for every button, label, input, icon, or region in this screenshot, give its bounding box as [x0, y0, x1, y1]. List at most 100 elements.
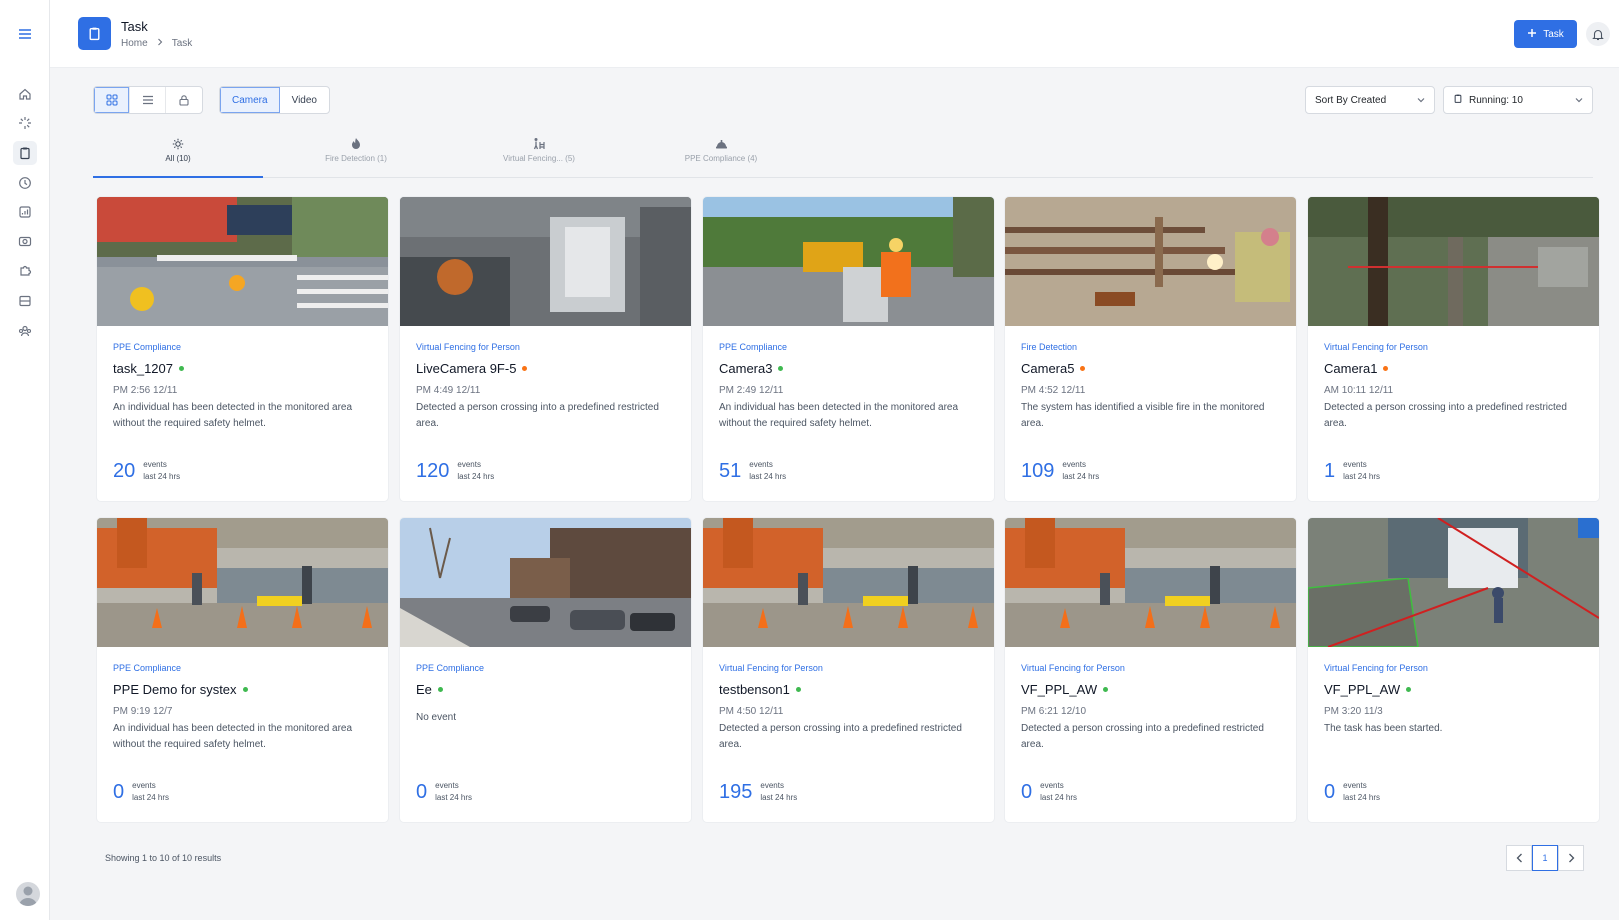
spark-icon[interactable] — [13, 111, 37, 135]
period-label: last 24 hrs — [1343, 793, 1381, 802]
card-body: Virtual Fencing for Person LiveCamera 9F-… — [416, 342, 675, 432]
card-category: Virtual Fencing for Person — [1324, 342, 1428, 352]
card-category: PPE Compliance — [719, 342, 788, 352]
tab-fire-detection-label: Fire Detection (1) — [325, 154, 387, 163]
task-card[interactable]: Virtual Fencing for Person Camera1 AM 10:1… — [1308, 197, 1599, 501]
event-count: 20 events last 24 hrs — [113, 459, 180, 483]
clock-icon[interactable] — [13, 171, 37, 195]
camera-thumbnail[interactable] — [1005, 197, 1296, 326]
card-title-row: LiveCamera 9F-5 — [416, 361, 675, 376]
card-timestamp: PM 2:49 12/11 — [719, 385, 784, 396]
task-card[interactable]: PPE Compliance PPE Demo for systex PM 9:19… — [97, 518, 388, 822]
task-card[interactable]: Virtual Fencing for Person VF_PPL_AW PM 6:… — [1005, 518, 1296, 822]
event-count-units: events last 24 hrs — [143, 459, 180, 483]
event-count: 51 events last 24 hrs — [719, 459, 786, 483]
task-card[interactable]: PPE Compliance Camera3 PM 2:49 12/11 An ind… — [703, 197, 994, 501]
camera-thumbnail[interactable] — [1308, 197, 1599, 326]
chevron-right-icon — [157, 38, 163, 49]
event-count-units: events last 24 hrs — [1062, 459, 1099, 483]
event-count: 0 events last 24 hrs — [1021, 780, 1077, 804]
task-card[interactable]: Virtual Fencing for Person VF_PPL_AW PM 3:… — [1308, 518, 1599, 822]
card-title-row: VF_PPL_AW — [1021, 682, 1280, 697]
card-timestamp: PM 9:19 12/7 — [113, 706, 173, 717]
users-icon[interactable] — [13, 319, 37, 343]
breadcrumb: Home Task — [121, 38, 192, 49]
source-toggle: Camera Video — [219, 86, 330, 114]
status-dot — [437, 687, 443, 692]
card-body: Virtual Fencing for Person VF_PPL_AW PM 3:… — [1324, 663, 1583, 753]
card-description: The task has been started. — [1324, 723, 1443, 734]
event-count: 0 events last 24 hrs — [113, 780, 169, 804]
camera-thumbnail[interactable] — [400, 518, 691, 647]
tab-all[interactable]: All (10) — [93, 134, 263, 178]
puzzle-icon[interactable] — [13, 258, 37, 282]
user-avatar[interactable] — [16, 882, 40, 906]
event-count: 0 events last 24 hrs — [1324, 780, 1380, 804]
camera-thumbnail[interactable] — [400, 197, 691, 326]
camera-thumbnail[interactable] — [1005, 518, 1296, 647]
card-description: An individual has been detected in the m… — [113, 402, 353, 429]
camera-thumbnail[interactable] — [97, 518, 388, 647]
card-name: Camera1 — [1324, 361, 1378, 376]
card-timestamp: PM 6:21 12/10 — [1021, 706, 1087, 717]
lock-icon[interactable] — [166, 87, 202, 113]
task-card[interactable]: Virtual Fencing for Person testbenson1 PM … — [703, 518, 994, 822]
chevron-left-icon[interactable] — [1506, 845, 1532, 871]
bell-icon[interactable] — [1586, 22, 1610, 46]
tab-camera[interactable]: Camera — [220, 87, 280, 113]
page-button[interactable]: 1 — [1532, 845, 1558, 871]
breadcrumb-home[interactable]: Home — [121, 38, 148, 49]
status-dot — [522, 366, 528, 371]
card-category: PPE Compliance — [113, 663, 182, 673]
tab-ppe-compliance[interactable]: PPE Compliance (4) — [636, 134, 806, 178]
status-dot — [1080, 366, 1086, 371]
grid-view-icon[interactable] — [94, 87, 130, 113]
event-count-value: 120 — [416, 459, 450, 482]
event-count: 109 events last 24 hrs — [1021, 459, 1099, 483]
task-card[interactable]: Virtual Fencing for Person LiveCamera 9F-… — [400, 197, 691, 501]
card-title-row: Camera5 — [1021, 361, 1280, 376]
camera-icon[interactable] — [13, 229, 37, 253]
tab-video[interactable]: Video — [280, 87, 329, 113]
sort-select[interactable]: Sort By Created — [1305, 86, 1435, 114]
card-description: Detected a person crossing into a predef… — [416, 402, 659, 429]
hamburger-icon[interactable] — [13, 22, 37, 46]
event-count-value: 20 — [113, 459, 136, 482]
card-name: testbenson1 — [719, 682, 790, 697]
task-card[interactable]: PPE Compliance Ee No event 0 events last 24 h… — [400, 518, 691, 822]
camera-thumbnail[interactable] — [1308, 518, 1599, 647]
event-count-units: events last 24 hrs — [435, 780, 472, 804]
event-count-value: 0 — [1324, 780, 1336, 803]
event-count-value: 51 — [719, 459, 742, 482]
task-card[interactable]: PPE Compliance task_1207 PM 2:56 12/11 An i… — [97, 197, 388, 501]
card-description: An individual has been detected in the m… — [719, 402, 959, 429]
home-icon[interactable] — [13, 82, 37, 106]
card-name: task_1207 — [113, 361, 173, 376]
card-category: Fire Detection — [1021, 342, 1078, 352]
running-select[interactable]: Running: 10 — [1443, 86, 1593, 114]
card-body: PPE Compliance PPE Demo for systex PM 9:19… — [113, 663, 372, 753]
task-card[interactable]: Fire Detection Camera5 PM 4:52 12/11 The sy… — [1005, 197, 1296, 501]
tab-virtual-fencing[interactable]: Virtual Fencing... (5) — [454, 134, 624, 178]
card-body: Virtual Fencing for Person VF_PPL_AW PM 6:… — [1021, 663, 1280, 753]
tab-fire-detection[interactable]: Fire Detection (1) — [271, 134, 441, 178]
add-task-button[interactable]: Task — [1514, 20, 1577, 48]
card-timestamp: PM 3:20 11/3 — [1324, 706, 1383, 717]
list-view-icon[interactable] — [130, 87, 166, 113]
card-name: LiveCamera 9F-5 — [416, 361, 517, 376]
camera-thumbnail[interactable] — [703, 197, 994, 326]
camera-thumbnail[interactable] — [703, 518, 994, 647]
storage-icon[interactable] — [13, 289, 37, 313]
page-title: Task — [121, 19, 148, 34]
chart-icon[interactable] — [13, 200, 37, 224]
period-label: last 24 hrs — [749, 472, 787, 481]
card-description: Detected a person crossing into a predef… — [1324, 402, 1567, 429]
clipboard-icon[interactable] — [13, 141, 37, 165]
event-count-units: events last 24 hrs — [457, 459, 494, 483]
chevron-right-icon[interactable] — [1558, 845, 1584, 871]
card-timestamp: AM 10:11 12/11 — [1324, 385, 1394, 396]
card-title-row: PPE Demo for systex — [113, 682, 372, 697]
status-dot — [1103, 687, 1109, 692]
camera-thumbnail[interactable] — [97, 197, 388, 326]
events-label: events — [457, 460, 481, 469]
